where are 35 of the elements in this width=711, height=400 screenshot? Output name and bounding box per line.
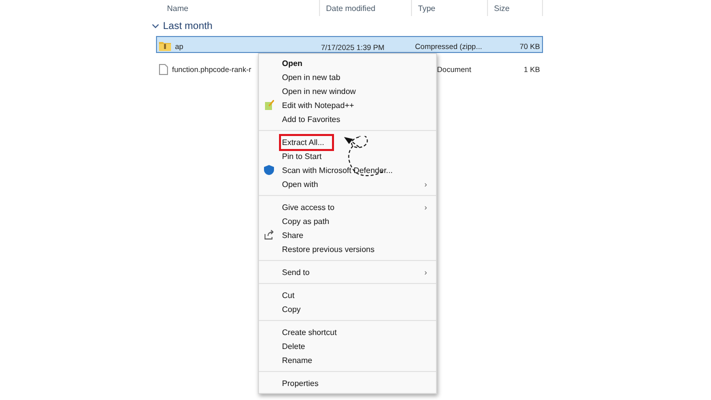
- column-header[interactable]: Date modified: [320, 0, 412, 16]
- menu-item[interactable]: Edit with Notepad++: [279, 96, 364, 114]
- document-icon: [159, 64, 168, 75]
- menu-item[interactable]: Send to: [279, 264, 320, 280]
- chevron-icon[interactable]: [152, 24, 159, 28]
- menu-item[interactable]: Open with: [279, 176, 328, 192]
- menu-item[interactable]: Delete: [279, 338, 316, 354]
- menu-item[interactable]: Cut: [279, 286, 304, 304]
- group-label: Last month: [163, 20, 212, 32]
- menu-item[interactable]: Open in new tab: [279, 68, 350, 86]
- menu-item[interactable]: Restore previous versions: [279, 240, 384, 258]
- zip-folder-icon: [159, 41, 171, 51]
- menu-item[interactable]: Open in new window: [279, 82, 366, 100]
- column-header[interactable]: Size: [488, 0, 543, 16]
- menu-item[interactable]: Give access to: [279, 198, 344, 216]
- menu-item[interactable]: Rename: [279, 352, 322, 368]
- submenu-arrow: ›: [424, 268, 427, 276]
- menu-item[interactable]: Pin to Start: [279, 148, 332, 164]
- menu-item[interactable]: Open: [279, 54, 312, 72]
- column-header[interactable]: Name: [150, 0, 320, 16]
- column-header[interactable]: Type: [412, 0, 488, 16]
- dashed-arrow: [344, 136, 360, 148]
- share-icon: [264, 230, 274, 240]
- notepad-icon: [264, 100, 274, 110]
- menu-item[interactable]: Scan with Microsoft Defender...: [279, 162, 403, 178]
- menu-item[interactable]: Add to Favorites: [279, 110, 350, 128]
- menu-item[interactable]: Share: [279, 226, 314, 244]
- menu-item[interactable]: Copy as path: [279, 212, 340, 230]
- menu-item[interactable]: Copy: [279, 300, 311, 318]
- menu-item[interactable]: Create shortcut: [279, 324, 347, 340]
- submenu-arrow: ›: [424, 180, 427, 188]
- submenu-arrow: ›: [424, 202, 427, 212]
- menu-item[interactable]: Properties: [279, 374, 328, 392]
- menu-item[interactable]: Extract All...: [279, 134, 334, 150]
- shield-icon: [264, 165, 274, 175]
